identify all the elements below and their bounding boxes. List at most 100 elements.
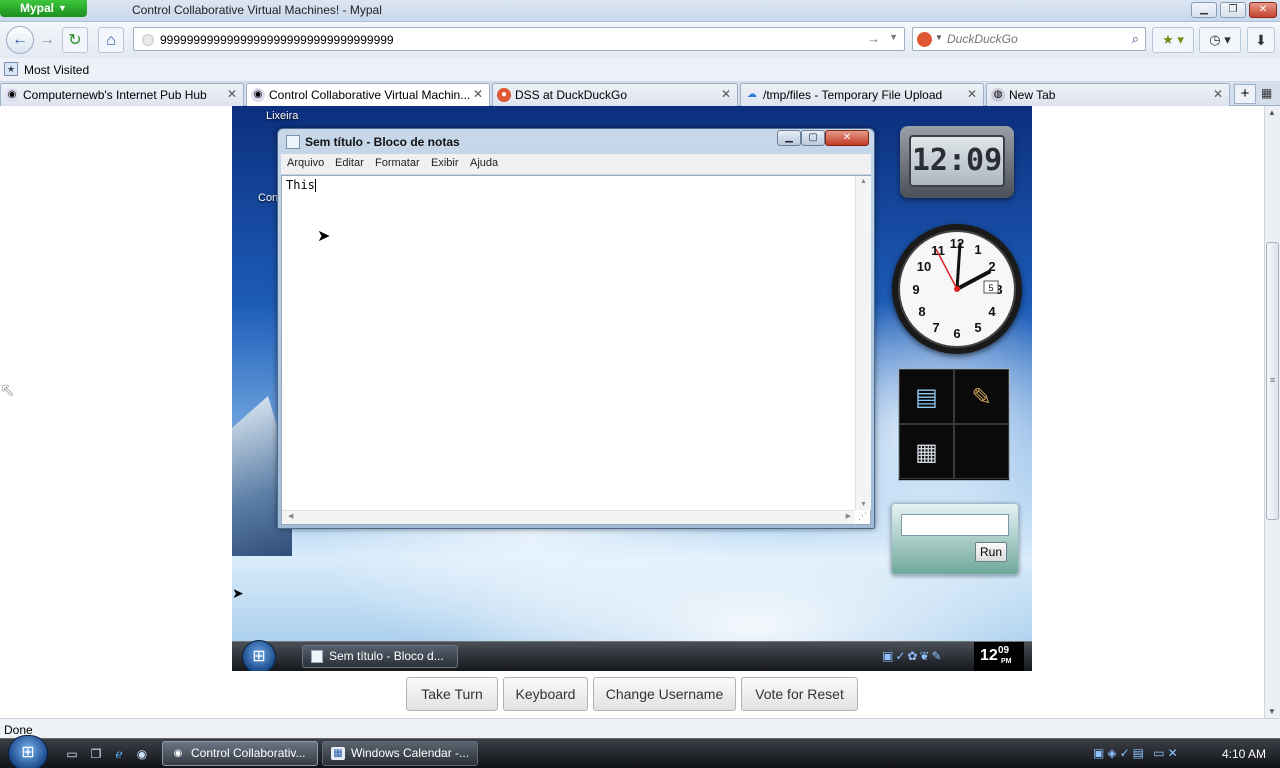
new-tab-button[interactable]: + [1234, 84, 1256, 104]
internet-explorer-icon[interactable]: ℯ [111, 747, 127, 761]
close-window-button[interactable]: ✕ [1249, 2, 1277, 18]
clock-date: 5 [988, 283, 993, 293]
duckduckgo-icon[interactable] [917, 32, 932, 47]
history-button[interactable]: ◷ ▾ [1199, 27, 1241, 53]
scroll-down-icon[interactable]: ▼ [1268, 707, 1276, 716]
forward-button[interactable]: → [34, 27, 60, 53]
windows-logo-icon: ⊞ [252, 648, 266, 665]
mypal-icon[interactable]: ◉ [134, 747, 150, 761]
search-bar[interactable]: ▼ ⌕ [912, 27, 1146, 51]
resize-grip-icon[interactable]: ⋰ [858, 511, 867, 522]
notepad-vertical-scrollbar[interactable]: ▲ ▼ [855, 176, 871, 510]
host-taskbar: ⊞ ▭ ❐ ℯ ◉ ◉ Control Collaborativ... ▦ Wi… [0, 735, 1280, 768]
digital-clock-display: 12:09 [909, 135, 1005, 187]
host-task-browser[interactable]: ◉ Control Collaborativ... [162, 741, 318, 766]
notepad-maximize-button[interactable]: ▢ [801, 130, 825, 146]
url-bar[interactable]: 99999999999999999999999999999999999 → ▼ [133, 27, 905, 51]
analog-clock-face: 12 1 2 3 4 5 6 7 8 9 10 11 5 [898, 230, 1016, 348]
host-system-tray-icons[interactable]: ▣◈✓▤ ▭✕ [1093, 746, 1181, 760]
digital-clock-gadget[interactable]: 12:09 [900, 126, 1014, 198]
most-visited-bookmark[interactable]: Most Visited [24, 63, 89, 77]
go-arrow-icon[interactable]: → [867, 31, 880, 46]
menu-editar[interactable]: Editar [335, 157, 364, 169]
switch-windows-icon[interactable]: ❐ [88, 747, 104, 761]
vm-taskbar-clock[interactable]: 12 09 PM [974, 642, 1024, 671]
bookmarks-toolbar: ★ Most Visited [0, 58, 1280, 82]
site-identity-icon[interactable] [142, 34, 154, 46]
tab-tmp-files[interactable]: ☁ /tmp/files - Temporary File Upload ✕ [740, 83, 984, 106]
url-text[interactable]: 99999999999999999999999999999999999 [160, 33, 394, 47]
downloads-button[interactable]: ⬇ [1247, 27, 1275, 53]
tab-close-icon[interactable]: ✕ [721, 87, 731, 101]
notepad-close-button[interactable]: ✕ [825, 130, 869, 146]
tab-close-icon[interactable]: ✕ [473, 87, 483, 101]
analog-clock-gadget[interactable]: 12 1 2 3 4 5 6 7 8 9 10 11 5 [892, 224, 1022, 354]
reload-button[interactable]: ↻ [62, 27, 88, 53]
tab-close-icon[interactable]: ✕ [227, 87, 237, 101]
back-button[interactable]: ← [6, 26, 34, 54]
vm-start-button[interactable]: ⊞ [242, 640, 276, 671]
vm-clock-hour: 12 [980, 647, 998, 664]
text-caret [314, 179, 316, 192]
minimize-button[interactable]: ▁ [1191, 2, 1217, 18]
change-username-button[interactable]: Change Username [593, 677, 736, 711]
reload-icon: ↻ [68, 32, 82, 49]
list-all-tabs-button[interactable]: ▦ [1261, 86, 1272, 100]
notepad-minimize-button[interactable]: ▁ [777, 130, 801, 146]
tab-duckduckgo[interactable]: ● DSS at DuckDuckGo ✕ [492, 83, 738, 106]
slideshow-gadget[interactable]: ▤ ✎ ▦ [898, 368, 1010, 481]
notepad-horizontal-scrollbar[interactable]: ◀ ▶ [282, 510, 855, 524]
tab-close-icon[interactable]: ✕ [1213, 87, 1223, 101]
tab-new-tab[interactable]: ◍ New Tab ✕ [986, 83, 1230, 106]
mypal-icon: ◉ [173, 748, 183, 759]
scroll-up-icon[interactable]: ▲ [860, 178, 867, 185]
take-turn-button[interactable]: Take Turn [406, 677, 498, 711]
scroll-right-icon[interactable]: ▶ [846, 512, 851, 520]
tab-collabvm[interactable]: ◉ Control Collaborative Virtual Machin..… [246, 83, 490, 107]
page-vertical-scrollbar[interactable]: ▲ ≡ ▼ [1264, 106, 1280, 718]
vm-task-label: Sem título - Bloco d... [329, 649, 444, 663]
notepad-window[interactable]: Sem título - Bloco de notas ▁ ▢ ✕ Arquiv… [277, 128, 875, 529]
computer-icon-label[interactable]: Con [258, 192, 278, 204]
notepad-icon [286, 135, 300, 149]
host-clock[interactable]: 4:10 AM [1222, 747, 1266, 761]
keyboard-button[interactable]: Keyboard [503, 677, 588, 711]
menu-arquivo[interactable]: Arquivo [287, 157, 324, 169]
menu-exibir[interactable]: Exibir [431, 157, 459, 169]
run-button[interactable]: Run [975, 542, 1007, 562]
search-input[interactable] [947, 32, 1117, 46]
vm-system-tray-icons[interactable]: ▣✓✿❦✎ [882, 649, 944, 663]
window-title: Control Collaborative Virtual Machines! … [132, 3, 382, 17]
bookmarks-button[interactable]: ★ ▾ [1152, 27, 1194, 53]
recycle-bin-label[interactable]: Lixeira [266, 110, 298, 122]
host-start-button[interactable]: ⊞ [8, 735, 48, 768]
tab-label: New Tab [1009, 88, 1056, 102]
paint-brushes-icon[interactable]: ✎ [954, 369, 1009, 424]
vm-taskbar-notepad[interactable]: Sem título - Bloco d... [302, 645, 458, 668]
home-button[interactable]: ⌂ [98, 27, 124, 53]
url-dropdown-icon[interactable]: ▼ [889, 32, 898, 42]
scrollbar-thumb[interactable]: ≡ [1266, 242, 1279, 520]
scroll-down-icon[interactable]: ▼ [860, 501, 867, 508]
tab-close-icon[interactable]: ✕ [967, 87, 977, 101]
menu-formatar[interactable]: Formatar [375, 157, 420, 169]
vote-reset-button[interactable]: Vote for Reset [741, 677, 858, 711]
tab-computernewb[interactable]: ◉ Computernewb's Internet Pub Hub ✕ [0, 83, 244, 106]
host-task-calendar[interactable]: ▦ Windows Calendar -... [322, 741, 478, 766]
scroll-left-icon[interactable]: ◀ [288, 512, 293, 520]
clock-number-7: 7 [932, 320, 939, 335]
app-menu-button[interactable]: Mypal ▼ [0, 0, 87, 17]
notepad-content-text: This [286, 178, 315, 192]
menu-ajuda[interactable]: Ajuda [470, 157, 498, 169]
run-command-input[interactable] [901, 514, 1009, 536]
search-engine-dropdown-icon[interactable]: ▼ [935, 33, 943, 42]
notepad-content[interactable]: This [286, 178, 316, 192]
search-icon[interactable]: ⌕ [1132, 31, 1139, 47]
scroll-up-icon[interactable]: ▲ [1268, 108, 1276, 117]
vm-screen[interactable]: Lixeira Con Sem título - Bloco de notas … [232, 106, 1032, 671]
restore-button[interactable]: ❐ [1220, 2, 1246, 18]
notepad-text-area[interactable]: This ▲ ▼ ◀ ▶ ⋰ [281, 175, 871, 525]
calculator-icon[interactable]: ▦ [899, 424, 954, 479]
show-desktop-icon[interactable]: ▭ [64, 747, 80, 761]
notepad-app-icon[interactable]: ▤ [899, 369, 954, 424]
